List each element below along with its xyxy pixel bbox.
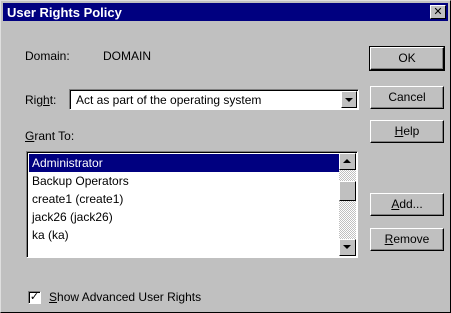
title-bar[interactable]: User Rights Policy ✕: [3, 3, 448, 21]
dialog-title: User Rights Policy: [7, 5, 122, 20]
grant-to-items: Administrator Backup Operators create1 (cr…: [29, 154, 339, 244]
checkmark-icon: ✓: [29, 291, 40, 303]
cancel-button[interactable]: Cancel: [370, 86, 444, 109]
right-selected-value: Act as part of the operating system: [76, 93, 262, 107]
list-item[interactable]: jack26 (jack26): [29, 208, 339, 226]
grant-to-listbox[interactable]: Administrator Backup Operators create1 (cr…: [26, 151, 358, 258]
user-rights-policy-dialog: User Rights Policy ✕ Domain: DOMAIN Righ…: [0, 0, 451, 313]
chevron-down-icon: [345, 98, 353, 102]
close-button[interactable]: ✕: [430, 5, 446, 19]
show-advanced-checkbox[interactable]: ✓: [28, 291, 41, 304]
grant-to-scrollbar[interactable]: [339, 153, 356, 256]
list-item[interactable]: Administrator: [29, 154, 339, 172]
ok-button[interactable]: OK: [369, 46, 445, 71]
right-label: Right:: [25, 93, 57, 107]
help-button[interactable]: Help: [370, 120, 444, 143]
arrow-up-icon: [343, 159, 351, 163]
domain-value: DOMAIN: [103, 49, 151, 63]
list-item[interactable]: ka (ka): [29, 226, 339, 244]
scroll-up-button[interactable]: [339, 153, 356, 170]
close-icon: ✕: [433, 6, 443, 18]
right-combobox[interactable]: Act as part of the operating system: [69, 89, 359, 110]
domain-label: Domain:: [25, 49, 70, 63]
scroll-down-button[interactable]: [339, 239, 356, 256]
remove-button[interactable]: Remove: [370, 228, 444, 251]
grant-to-label: Grant To:: [25, 129, 75, 143]
list-item[interactable]: create1 (create1): [29, 190, 339, 208]
right-dropdown-button[interactable]: [341, 91, 357, 108]
show-advanced-label[interactable]: Show Advanced User Rights: [49, 290, 201, 304]
list-item[interactable]: Backup Operators: [29, 172, 339, 190]
arrow-down-icon: [343, 245, 351, 249]
add-button[interactable]: Add...: [370, 193, 444, 216]
scroll-thumb[interactable]: [339, 181, 356, 201]
